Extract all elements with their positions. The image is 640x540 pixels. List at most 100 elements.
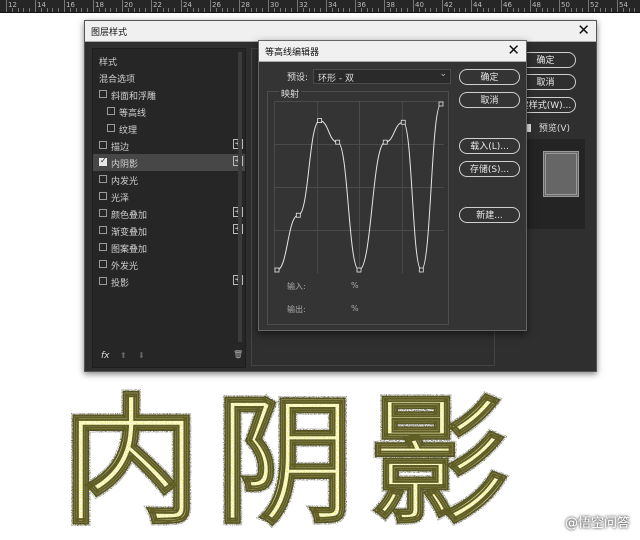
style-list-panel: 样式混合选项斜面和浮雕等高线纹理描边+内阴影+ 内发光光泽颜色叠加+渐变叠加+ 图案… [92, 48, 246, 368]
style-item[interactable]: 颜色叠加+ [93, 205, 245, 222]
ruler-number: 14 [37, 1, 46, 9]
contour-point[interactable] [335, 139, 341, 145]
ruler-minor-tick [488, 8, 489, 12]
close-icon[interactable]: ✕ [577, 21, 590, 39]
checkbox[interactable] [99, 156, 107, 166]
ruler-tick [151, 0, 152, 12]
ruler-minor-tick [251, 8, 252, 12]
style-item[interactable]: 纹理 [93, 120, 245, 137]
ruler-tick [239, 0, 240, 12]
style-item[interactable]: 图案叠加 [93, 239, 245, 256]
contour-point[interactable] [418, 267, 424, 273]
mapping-label: 映射 [279, 87, 302, 100]
checkbox[interactable] [99, 141, 107, 149]
ruler-minor-tick [338, 8, 339, 12]
checkbox[interactable] [99, 243, 107, 251]
ruler-minor-tick [233, 8, 234, 12]
ruler-tick [617, 0, 618, 12]
trash-icon[interactable]: 🗑 [233, 350, 243, 359]
checkbox[interactable] [99, 209, 107, 217]
ruler-number: 16 [66, 1, 75, 9]
checkbox[interactable] [107, 107, 115, 115]
preset-label: 预设: [287, 73, 309, 83]
checkbox[interactable] [99, 192, 107, 200]
ruler-minor-tick [600, 8, 601, 12]
ruler-number: 52 [590, 1, 599, 9]
ruler-minor-tick [553, 8, 554, 12]
ruler-minor-tick [605, 8, 606, 12]
ruler-tick [384, 0, 385, 12]
ruler-minor-tick [105, 8, 106, 12]
preview-checkbox[interactable]: 预览(V) [523, 121, 570, 134]
style-item[interactable]: 斜面和浮雕 [93, 86, 245, 103]
ruler-minor-tick [87, 8, 88, 12]
new-button[interactable]: 新建... [459, 207, 520, 223]
ruler-tick [64, 0, 65, 12]
ruler-minor-tick [454, 8, 455, 12]
style-item-label: 斜面和浮雕 [111, 92, 157, 102]
load-button[interactable]: 载入(L)... [459, 138, 520, 154]
contour-editor-titlebar[interactable]: 等高线编辑器 ✕ [259, 41, 526, 62]
style-item[interactable]: 光泽 [93, 188, 245, 205]
fx-icon[interactable]: fx [101, 351, 110, 361]
preset-select[interactable]: 环形 - 双 ⌄ [313, 69, 451, 84]
ruler-number: 38 [386, 1, 395, 9]
style-item[interactable]: 描边+ [93, 137, 245, 154]
layer-style-titlebar[interactable]: 图层样式 ✕ [85, 21, 596, 42]
contour-point[interactable] [317, 118, 323, 124]
ruler-tick [501, 0, 502, 12]
ruler-tick [35, 0, 36, 12]
style-item-label: 渐变叠加 [111, 228, 148, 238]
save-button[interactable]: 存储(S)... [459, 161, 520, 177]
contour-point[interactable] [295, 212, 301, 218]
ruler-minor-tick [343, 8, 344, 12]
ruler-number: 54 [619, 1, 628, 9]
contour-cancel-button[interactable]: 取消 [459, 92, 520, 108]
ruler-minor-tick [425, 8, 426, 12]
style-item[interactable]: 渐变叠加+ [93, 222, 245, 239]
contour-point[interactable] [382, 139, 388, 145]
ruler-tick [210, 0, 211, 12]
checkbox[interactable] [99, 277, 107, 285]
checkbox[interactable] [99, 260, 107, 268]
ruler-tick [355, 0, 356, 12]
ruler-minor-tick [222, 8, 223, 12]
ruler-number: 48 [532, 1, 541, 9]
style-item[interactable]: 内阴影+ [93, 154, 245, 171]
ruler-minor-tick [58, 8, 59, 12]
style-item[interactable]: 投影+ [93, 273, 245, 290]
arrow-up-icon[interactable]: ⬆ [120, 351, 127, 360]
style-item[interactable]: 内发光 [93, 171, 245, 188]
style-item[interactable]: 样式 [93, 52, 245, 69]
arrow-down-icon[interactable]: ⬇ [138, 351, 145, 360]
checkbox[interactable] [107, 124, 115, 132]
ruler-minor-tick [629, 8, 630, 12]
style-item-label: 描边 [111, 143, 130, 153]
ruler-minor-tick [291, 8, 292, 12]
ruler-minor-tick [163, 8, 164, 12]
ruler-tick [442, 0, 443, 12]
contour-point[interactable] [274, 267, 280, 273]
input-label: 输入: [287, 282, 306, 291]
contour-point[interactable] [438, 101, 444, 107]
close-icon[interactable]: ✕ [507, 41, 520, 59]
inner-shadow-artwork: 内阴影 内阴影 [62, 386, 511, 534]
checkbox[interactable] [99, 226, 107, 234]
contour-point[interactable] [400, 119, 406, 125]
scrollbar[interactable] [238, 52, 242, 342]
checkbox[interactable] [99, 90, 107, 98]
top-ruler: 12 14 16 18 20 22 24 26 28 30 32 34 36 38 40 42 44 46 48 50… [0, 0, 640, 13]
ruler-minor-tick [280, 8, 281, 12]
checkbox[interactable] [99, 175, 107, 183]
style-list-footer: fx ⬆ ⬇ 🗑 [93, 347, 245, 367]
ruler-tick [326, 0, 327, 12]
ruler-number: 44 [473, 1, 482, 9]
style-item-label: 内阴影 [111, 160, 139, 170]
ruler-tick [530, 0, 531, 12]
contour-ok-button[interactable]: 确定 [459, 69, 520, 85]
contour-point[interactable] [356, 267, 362, 273]
contour-graph[interactable] [274, 101, 444, 273]
style-item[interactable]: 混合选项 [93, 69, 245, 86]
style-item[interactable]: 等高线 [93, 103, 245, 120]
style-item[interactable]: 外发光 [93, 256, 245, 273]
